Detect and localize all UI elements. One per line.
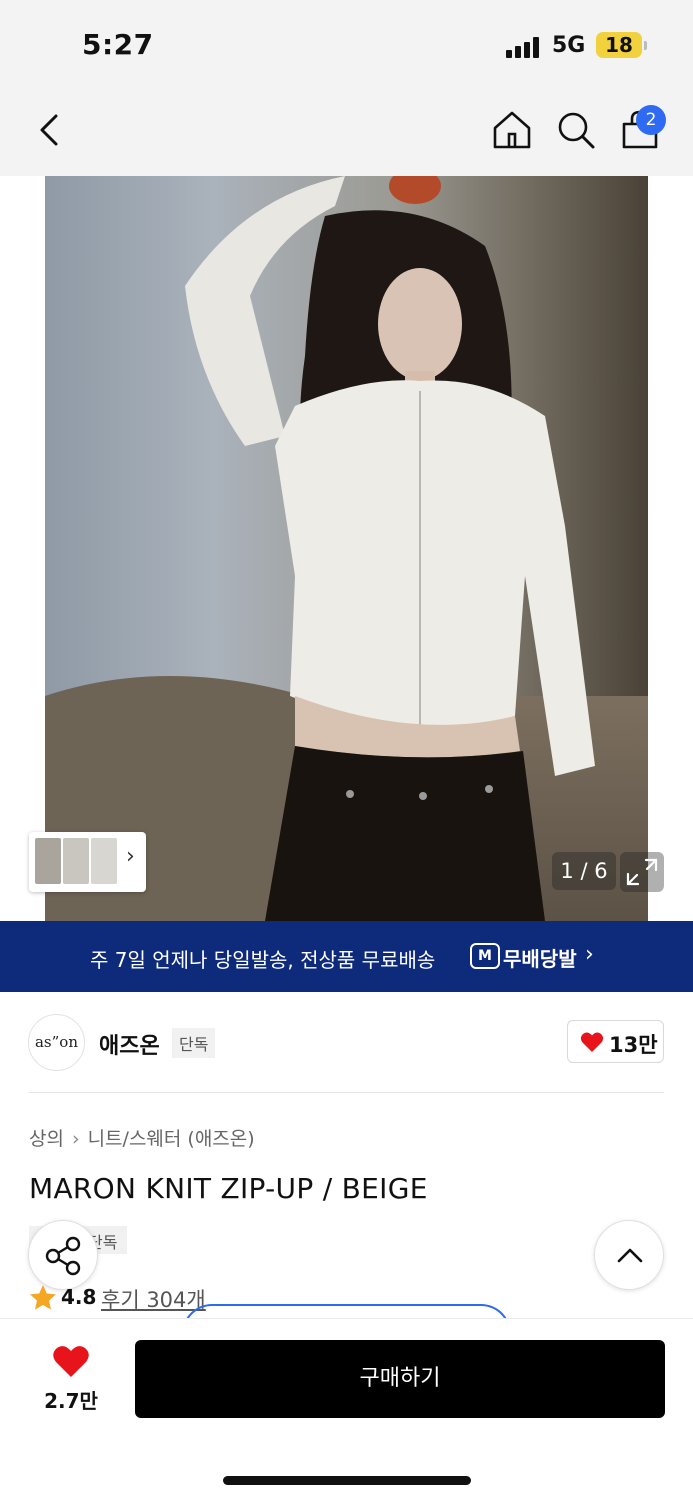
wish-count: 2.7만 <box>44 1389 98 1413</box>
chevron-up-icon <box>617 1248 643 1263</box>
status-time: 5:27 <box>82 28 154 61</box>
banner-text: 주 7일 언제나 당일발송, 전상품 무료배송 <box>90 948 436 972</box>
battery-icon: 18 <box>596 32 642 58</box>
product-title: MARON KNIT ZIP-UP / BEIGE <box>29 1172 428 1205</box>
breadcrumb-item-knit[interactable]: 니트/스웨터 (애즈온) <box>88 1128 255 1150</box>
network-label: 5G <box>552 33 586 58</box>
brand-logo[interactable]: as”on <box>28 1014 85 1071</box>
product-image[interactable] <box>45 176 648 921</box>
share-icon <box>45 1236 81 1276</box>
home-indicator <box>223 1476 471 1485</box>
search-icon <box>558 112 595 149</box>
cart-count-badge: 2 <box>636 105 666 135</box>
image-counter: 1 / 6 <box>552 852 616 890</box>
thumbnail-3 <box>91 838 117 884</box>
signal-icon <box>506 36 542 58</box>
heart-icon <box>580 1032 604 1052</box>
thumbnail-strip[interactable]: › <box>29 832 146 892</box>
battery-tip <box>644 41 647 50</box>
share-button[interactable] <box>28 1220 98 1290</box>
heart-icon[interactable] <box>52 1344 90 1378</box>
shipping-banner[interactable]: 주 7일 언제나 당일발송, 전상품 무료배송 M 무배당발 › <box>0 921 693 992</box>
search-button[interactable] <box>554 108 598 152</box>
delivery-logo-icon: M <box>470 943 500 969</box>
brand-name[interactable]: 애즈온 <box>99 1028 160 1060</box>
chevron-right-icon: › <box>126 844 135 869</box>
rating-value: 4.8 <box>61 1285 97 1309</box>
banner-brand: 무배당발 <box>503 947 577 971</box>
home-button[interactable] <box>490 108 534 152</box>
thumbnail-2 <box>63 838 89 884</box>
star-icon <box>30 1285 56 1310</box>
exclusive-badge: 단독 <box>172 1028 216 1058</box>
buy-button[interactable]: 구매하기 <box>135 1340 665 1418</box>
scroll-top-button[interactable] <box>594 1220 664 1290</box>
breadcrumb-item-top[interactable]: 상의 <box>29 1128 64 1150</box>
thumbnail-1 <box>35 838 61 884</box>
back-button[interactable] <box>34 112 68 148</box>
expand-icon <box>626 858 658 886</box>
product-photo-illustration <box>45 176 648 921</box>
brand-like-count: 13만 <box>609 1033 658 1057</box>
breadcrumb: 상의 › 니트/스웨터 (애즈온) <box>29 1124 255 1151</box>
chevron-right-icon: › <box>71 1128 80 1150</box>
divider <box>29 1092 664 1093</box>
home-icon <box>493 111 531 149</box>
review-link[interactable]: 후기 304개 <box>101 1284 206 1314</box>
brand-like-button[interactable]: 13만 <box>567 1020 664 1063</box>
expand-button[interactable] <box>620 852 664 892</box>
chevron-right-icon: › <box>585 942 594 967</box>
chevron-left-icon <box>40 114 58 146</box>
